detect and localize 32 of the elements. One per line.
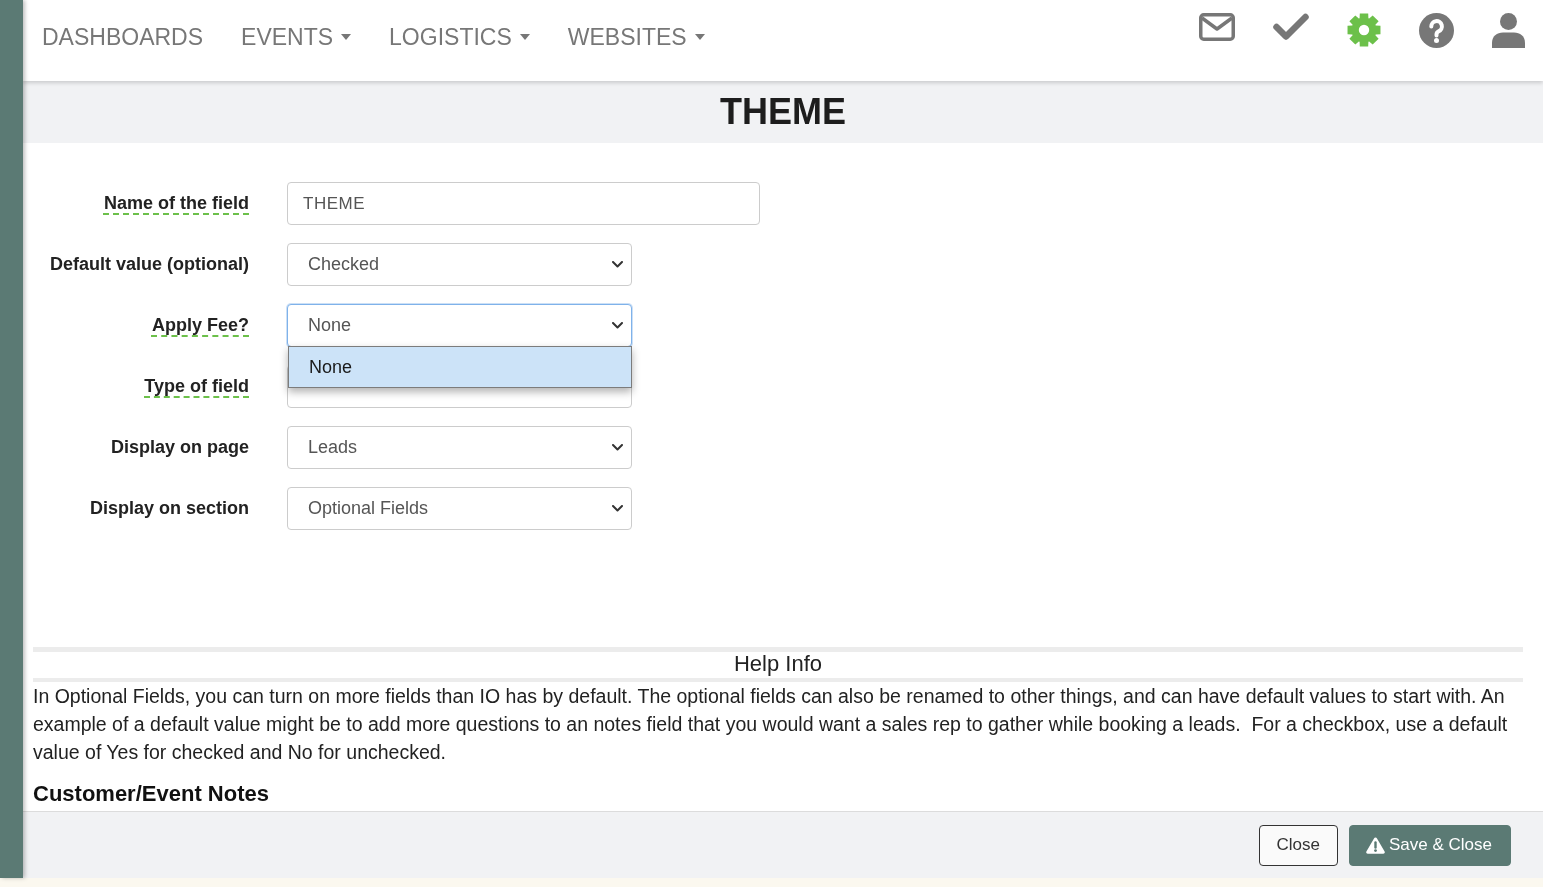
warning-icon	[1366, 836, 1385, 854]
dropdown-option[interactable]: None	[289, 347, 631, 387]
chevron-down-icon	[612, 444, 623, 451]
nav-menu-item[interactable]: LOGISTICS	[389, 24, 530, 50]
field-label: Apply Fee?	[152, 315, 249, 335]
user-icon[interactable]	[1492, 13, 1525, 48]
nav-menu-item[interactable]: WEBSITES	[567, 24, 705, 50]
help-text: In Optional Fields, you can turn on more fields than IO has by default. The optional fields can also be renamed to other things, and can have default values to start with. An example of a default value might be to add more questions to an notes field that you would want a sales rep to gather while booking a leads. For a checkbox, use a default value of Yes for checked and No for unchecked.	[33, 684, 1509, 765]
chevron-down-icon	[612, 322, 623, 329]
field-label: Default value (optional)	[50, 254, 249, 274]
select-field[interactable]: Optional Fields	[287, 487, 632, 530]
select-field[interactable]: Leads	[287, 426, 632, 469]
field-label: Name of the field	[103, 193, 249, 213]
chevron-down-icon	[612, 261, 623, 268]
chevron-down-icon	[612, 505, 623, 512]
dialog-title: THEME	[720, 92, 846, 132]
mail-icon[interactable]	[1199, 13, 1235, 41]
field-label: Display on page	[110, 437, 249, 457]
select-field[interactable]: Checked	[287, 243, 632, 286]
help-title: Help Info	[733, 651, 823, 676]
close-button[interactable]: Close	[1258, 824, 1338, 866]
section-heading: Customer/Event Notes	[33, 780, 270, 808]
question-mark-icon[interactable]	[1419, 13, 1454, 48]
settings-icon[interactable]	[1347, 13, 1381, 47]
check-icon[interactable]	[1273, 13, 1309, 41]
nav-menu-item[interactable]: DASHBOARDS	[42, 24, 204, 50]
save-button[interactable]: Save & Close	[1349, 824, 1511, 866]
select-field[interactable]: None	[287, 304, 632, 347]
field-label: Display on section	[89, 498, 249, 518]
nav-menu-item[interactable]: EVENTS	[241, 24, 352, 50]
field-label: Type of field	[144, 376, 249, 396]
text-field[interactable]: THEME	[287, 182, 760, 225]
